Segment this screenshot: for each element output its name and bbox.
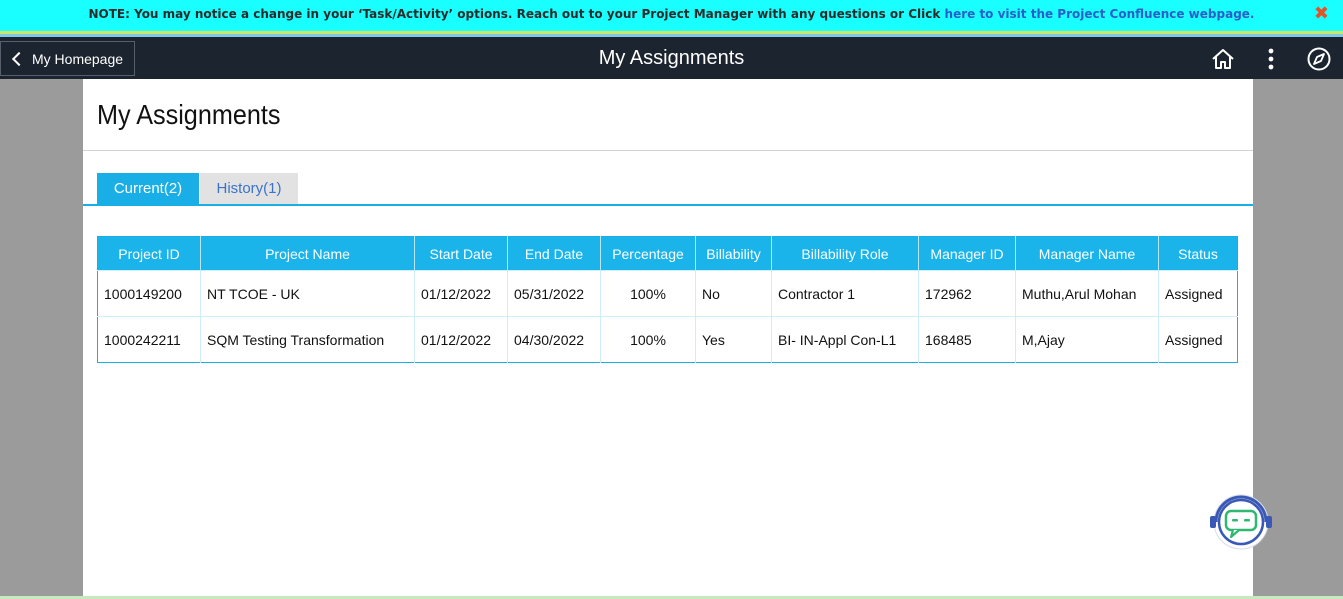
column-header-percentage[interactable]: Percentage bbox=[600, 236, 696, 271]
column-header-project-name[interactable]: Project Name bbox=[200, 236, 415, 271]
cell-start-date: 01/12/2022 bbox=[414, 316, 508, 363]
more-vertical-icon[interactable] bbox=[1258, 46, 1284, 72]
cell-manager-id: 168485 bbox=[918, 316, 1016, 363]
home-icon[interactable] bbox=[1210, 46, 1236, 72]
tab-history[interactable]: History(1) bbox=[200, 173, 298, 204]
compass-icon[interactable] bbox=[1306, 46, 1332, 72]
cell-end-date: 05/31/2022 bbox=[507, 270, 601, 317]
tab-current[interactable]: Current(2) bbox=[97, 173, 199, 204]
page-title: My Assignments bbox=[97, 99, 281, 130]
chevron-left-icon bbox=[11, 51, 27, 66]
cell-percentage: 100% bbox=[600, 270, 696, 317]
column-header-project-id[interactable]: Project ID bbox=[97, 236, 201, 271]
cell-manager-id: 172962 bbox=[918, 270, 1016, 317]
notice-banner: NOTE: You may notice a change in your ‘T… bbox=[0, 0, 1343, 31]
column-header-start-date[interactable]: Start Date bbox=[414, 236, 508, 271]
content-panel: My Assignments Current(2) History(1) Pro… bbox=[83, 79, 1253, 596]
cell-manager-name: Muthu,Arul Mohan bbox=[1015, 270, 1159, 317]
table-header-row: Project ID Project Name Start Date End D… bbox=[97, 236, 1238, 271]
top-navigation-bar: My Homepage My Assignments bbox=[0, 37, 1343, 79]
back-to-homepage-button[interactable]: My Homepage bbox=[0, 41, 135, 76]
column-header-end-date[interactable]: End Date bbox=[507, 236, 601, 271]
table-row[interactable]: 1000242211 SQM Testing Transformation 01… bbox=[97, 316, 1238, 363]
cell-status: Assigned bbox=[1158, 270, 1238, 317]
cell-status: Assigned bbox=[1158, 316, 1238, 363]
cell-end-date: 04/30/2022 bbox=[507, 316, 601, 363]
column-header-status[interactable]: Status bbox=[1158, 236, 1238, 271]
cell-project-id: 1000242211 bbox=[97, 316, 201, 363]
tab-underline bbox=[83, 204, 1253, 206]
cell-project-name: NT TCOE - UK bbox=[200, 270, 415, 317]
cell-billability-role: Contractor 1 bbox=[771, 270, 919, 317]
confluence-link[interactable]: here to visit the Project Confluence web… bbox=[945, 7, 1255, 21]
header-title: My Assignments bbox=[598, 47, 745, 69]
chat-assistant-icon[interactable] bbox=[1205, 494, 1275, 550]
cell-billability-role: BI- IN-Appl Con-L1 bbox=[771, 316, 919, 363]
column-header-manager-id[interactable]: Manager ID bbox=[918, 236, 1016, 271]
cell-billability: Yes bbox=[695, 316, 772, 363]
cell-project-name: SQM Testing Transformation bbox=[200, 316, 415, 363]
cell-billability: No bbox=[695, 270, 772, 317]
column-header-billability[interactable]: Billability bbox=[695, 236, 772, 271]
cell-start-date: 01/12/2022 bbox=[414, 270, 508, 317]
assignments-table: Project ID Project Name Start Date End D… bbox=[97, 236, 1238, 363]
back-button-label: My Homepage bbox=[32, 50, 124, 67]
column-header-billability-role[interactable]: Billability Role bbox=[771, 236, 919, 271]
close-notice-icon[interactable]: ✖ bbox=[1314, 3, 1329, 25]
notice-text: NOTE: You may notice a change in your ‘T… bbox=[88, 7, 945, 21]
cell-project-id: 1000149200 bbox=[97, 270, 201, 317]
column-header-manager-name[interactable]: Manager Name bbox=[1015, 236, 1159, 271]
cell-percentage: 100% bbox=[600, 316, 696, 363]
table-row[interactable]: 1000149200 NT TCOE - UK 01/12/2022 05/31… bbox=[97, 270, 1238, 317]
cell-manager-name: M,Ajay bbox=[1015, 316, 1159, 363]
title-divider bbox=[83, 150, 1253, 151]
